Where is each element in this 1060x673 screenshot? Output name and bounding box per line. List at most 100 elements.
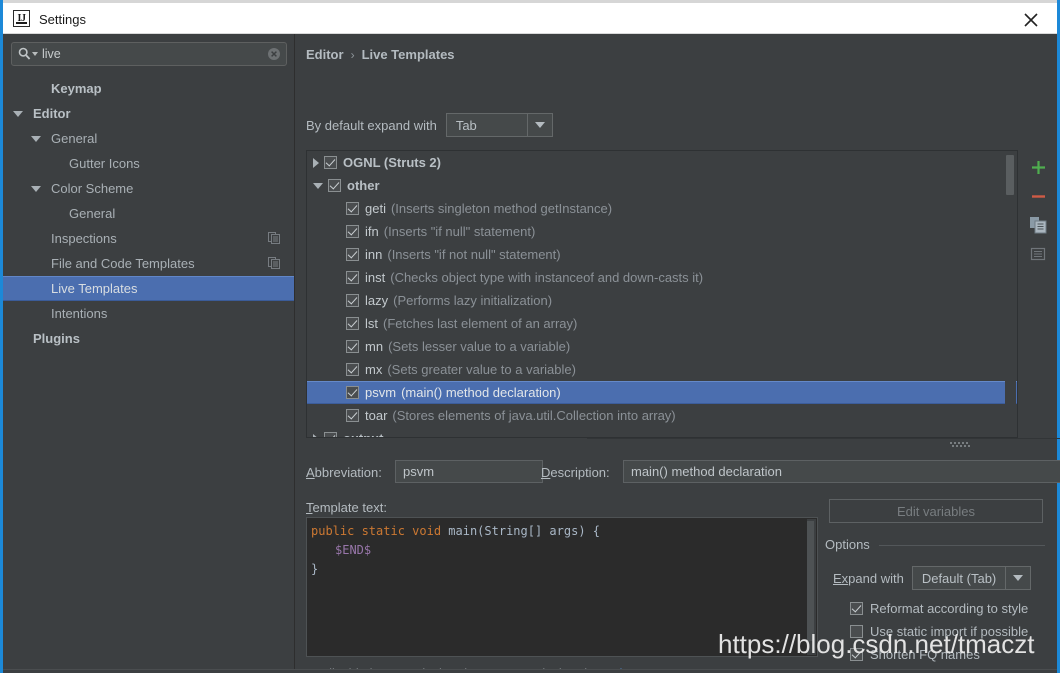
chevron-down-icon[interactable] [31, 186, 41, 192]
sidebar-item-inspections[interactable]: Inspections [3, 226, 294, 251]
template-row[interactable]: ifn(Inserts "if null" statement) [307, 220, 1017, 243]
template-row[interactable]: inst (Checks object type with instanceof … [307, 266, 1017, 289]
template-abbreviation-label: toar [365, 408, 387, 423]
template-row[interactable]: other [307, 174, 1017, 197]
add-icon[interactable] [1025, 154, 1051, 180]
template-checkbox[interactable] [346, 294, 359, 307]
template-abbreviation-label: inn [365, 247, 382, 262]
watermark: https://blog.csdn.net/tmaczt [718, 629, 1035, 660]
template-row[interactable]: toar(Stores elements of java.util.Collec… [307, 404, 1017, 427]
chevron-down-icon[interactable] [527, 114, 552, 136]
duplicate-icon[interactable] [1025, 212, 1051, 238]
abbreviation-input[interactable]: psvm [395, 460, 543, 483]
template-text-label-rest: emplate text: [313, 500, 387, 515]
template-row[interactable]: inn(Inserts "if not null" statement) [307, 243, 1017, 266]
clear-icon[interactable] [267, 47, 281, 61]
template-row[interactable]: output [307, 427, 1017, 438]
sidebar-item-general[interactable]: General [3, 201, 294, 226]
remove-icon[interactable] [1025, 183, 1051, 209]
description-input[interactable]: main() method declaration [623, 460, 1060, 483]
search-input-value[interactable]: live [42, 47, 61, 61]
default-expand-with-select[interactable]: Tab [446, 113, 553, 137]
template-group-label: other [347, 178, 380, 193]
sidebar-item-label: Gutter Icons [69, 156, 140, 171]
default-expand-with-value: Tab [447, 114, 527, 136]
copy-settings-icon[interactable] [268, 232, 280, 244]
template-row[interactable]: mx(Sets greater value to a variable) [307, 358, 1017, 381]
template-checkbox[interactable] [346, 225, 359, 238]
sidebar-item-plugins[interactable]: Plugins [3, 326, 294, 351]
panel-splitter[interactable] [587, 438, 1060, 450]
sidebar-item-intentions[interactable]: Intentions [3, 301, 294, 326]
chevron-right-icon[interactable] [313, 434, 319, 439]
breadcrumb-separator-icon: › [351, 48, 355, 62]
template-checkbox[interactable] [346, 409, 359, 422]
template-abbreviation-label: inst [365, 270, 385, 285]
template-checkbox[interactable] [346, 248, 359, 261]
template-checkbox[interactable] [328, 179, 341, 192]
template-checkbox[interactable] [346, 202, 359, 215]
settings-sidebar: live Keymap Editor General Gutter Icons Colo… [3, 34, 295, 670]
sidebar-item-color-scheme[interactable]: Color Scheme [3, 176, 294, 201]
template-abbreviation-label: lazy [365, 293, 388, 308]
templates-toolbar [1023, 150, 1053, 438]
chevron-right-icon[interactable] [313, 158, 319, 168]
sidebar-item-live-templates[interactable]: Live Templates [3, 276, 294, 301]
template-checkbox[interactable] [346, 363, 359, 376]
sidebar-item-file-and-code-templates[interactable]: File and Code Templates [3, 251, 294, 276]
template-checkbox[interactable] [346, 340, 359, 353]
template-checkbox[interactable] [346, 271, 359, 284]
search-field[interactable]: live [11, 42, 287, 66]
sidebar-item-label: Editor [33, 106, 71, 121]
templates-scrollbar[interactable] [1005, 152, 1016, 438]
template-row[interactable]: OGNL (Struts 2) [307, 151, 1017, 174]
sidebar-item-keymap[interactable]: Keymap [3, 76, 294, 101]
chevron-down-icon[interactable] [13, 111, 23, 117]
template-checkbox[interactable] [346, 317, 359, 330]
template-abbreviation-label: geti [365, 201, 386, 216]
edit-variables-button[interactable]: Edit variables [829, 499, 1043, 523]
code-signature: main(String[] args) { [441, 524, 600, 538]
splitter-grip-icon[interactable] [950, 442, 970, 447]
sidebar-item-label: Plugins [33, 331, 80, 346]
sidebar-item-editor[interactable]: Editor [3, 101, 294, 126]
template-row[interactable]: geti(Inserts singleton method getInstanc… [307, 197, 1017, 220]
title-bar: IJ Settings [3, 3, 1057, 34]
template-description-label: (Checks object type with instanceof and … [390, 270, 703, 285]
sidebar-item-label: File and Code Templates [51, 256, 195, 271]
description-label-rest: escription: [550, 465, 609, 480]
sidebar-item-label: Color Scheme [51, 181, 133, 196]
template-checkbox[interactable] [324, 156, 337, 169]
template-row[interactable]: lazy(Performs lazy initialization) [307, 289, 1017, 312]
template-row[interactable]: psvm (main() method declaration) [307, 381, 1017, 404]
template-code[interactable]: public static void main(String[] args) {… [307, 518, 817, 579]
abbreviation-label: Abbreviation: [306, 465, 382, 480]
template-checkbox[interactable] [324, 432, 337, 438]
close-icon[interactable] [1011, 6, 1051, 34]
templates-scrollbar-thumb[interactable] [1006, 155, 1014, 195]
sidebar-item-gutter-icons[interactable]: Gutter Icons [3, 151, 294, 176]
template-group-label: output [343, 431, 383, 438]
chevron-down-icon[interactable] [313, 183, 323, 189]
reformat-checkbox[interactable]: Reformat according to style [850, 601, 1028, 616]
expand-with-select[interactable]: Default (Tab) [912, 566, 1031, 590]
live-templates-panel: Editor › Live Templates By default expan… [295, 34, 1057, 670]
settings-category-tree[interactable]: Keymap Editor General Gutter Icons Color Sch… [3, 76, 294, 351]
chevron-down-icon[interactable] [31, 136, 41, 142]
list-icon[interactable] [1025, 241, 1051, 267]
breadcrumb-root[interactable]: Editor [306, 47, 344, 62]
template-row[interactable]: mn(Sets lesser value to a variable) [307, 335, 1017, 358]
live-templates-list[interactable]: OGNL (Struts 2) other geti(Inserts singlet… [306, 150, 1018, 438]
sidebar-item-general[interactable]: General [3, 126, 294, 151]
editor-scrollbar-thumb[interactable] [807, 521, 814, 641]
template-row[interactable]: lst(Fetches last element of an array) [307, 312, 1017, 335]
checkbox-box[interactable] [850, 602, 863, 615]
search-scope-chevron-icon[interactable] [32, 52, 38, 56]
template-abbreviation-label: psvm [365, 385, 396, 400]
options-title: Options [825, 537, 876, 552]
search-icon[interactable] [18, 47, 38, 61]
template-checkbox[interactable] [346, 386, 359, 399]
chevron-down-icon[interactable] [1005, 567, 1030, 589]
template-description-label: (main() method declaration) [401, 385, 561, 400]
copy-settings-icon[interactable] [268, 257, 280, 269]
